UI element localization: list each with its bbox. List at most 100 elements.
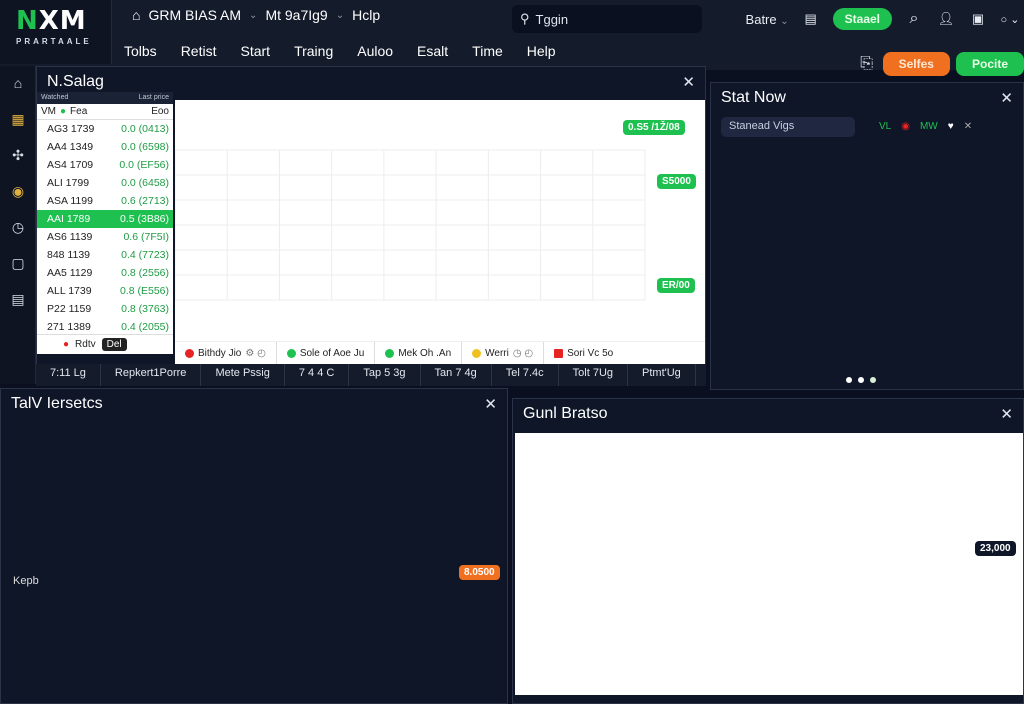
bottom-tab[interactable]: Repkert1Porre bbox=[101, 364, 202, 386]
legend-item[interactable]: Bithdy Jio ⚙ ◴ bbox=[175, 342, 277, 365]
tab-help[interactable]: Help bbox=[515, 39, 568, 63]
tab-tools[interactable]: Tolbs bbox=[112, 39, 169, 69]
menu-help[interactable]: Hclp bbox=[352, 7, 380, 23]
chart-legend: Bithdy Jio ⚙ ◴ Sole of Aoe Ju Mek Oh .An … bbox=[175, 341, 705, 365]
legend-item[interactable]: Mek Oh .An bbox=[375, 342, 463, 365]
symbol: AS4 1709 bbox=[47, 159, 94, 171]
bottom-tab[interactable]: Tolt 7Ug bbox=[559, 364, 629, 386]
tab-start[interactable]: Start bbox=[228, 39, 282, 63]
trade-actions: ⎘ Selfes Pocite bbox=[857, 52, 1024, 76]
sub-chart-label: Kepb bbox=[13, 575, 39, 587]
bottom-tab[interactable]: Tel 7.4c bbox=[492, 364, 559, 386]
clipboard-icon[interactable]: ⎘ bbox=[857, 54, 877, 74]
top-menu: ⌂ GRM BIAS AM ⌄ Mt 9a7Ig9 ⌄ Hclp bbox=[112, 0, 512, 30]
bottom-tab[interactable]: Tan 7 4g bbox=[421, 364, 492, 386]
network-icon[interactable]: ✣ bbox=[9, 146, 27, 164]
clock-icon: ◷ ◴ bbox=[512, 348, 534, 359]
close-icon[interactable]: ✕ bbox=[1000, 89, 1013, 107]
home-icon[interactable]: ⌂ bbox=[9, 74, 27, 92]
legend-item[interactable]: Werri ◷ ◴ bbox=[462, 342, 545, 365]
symbol: 848 1139 bbox=[47, 249, 91, 261]
watchlist-row[interactable]: AA5 1129 0.8 (2556) bbox=[37, 264, 173, 282]
logo-text: XM bbox=[38, 6, 87, 36]
volume-candlestick-chart[interactable] bbox=[1, 423, 507, 703]
price-tag: 23,000 bbox=[975, 541, 1016, 556]
bottom-tab[interactable]: Tap 5 3g bbox=[349, 364, 421, 386]
coin-icon[interactable]: ◉ bbox=[9, 182, 27, 200]
price-change: 0.6 (2713) bbox=[121, 195, 169, 207]
watchlist-row[interactable]: P22 1159 0.8 (3763) bbox=[37, 300, 173, 318]
panel-title: Gunl Bratso bbox=[523, 405, 608, 422]
panel-title: TalV Iersetcs bbox=[11, 395, 103, 412]
gunl-candlestick-chart[interactable] bbox=[515, 433, 1023, 695]
price-change: 0.0 (6598) bbox=[121, 141, 169, 153]
user-icon[interactable]: 👤︎ bbox=[936, 9, 956, 29]
price-tag-low: ER/00 bbox=[657, 278, 695, 293]
folder-icon[interactable]: ▢ bbox=[9, 254, 27, 272]
main-candlestick-chart[interactable] bbox=[174, 100, 705, 342]
watchlist-footer: ● Rdtv Del bbox=[37, 334, 173, 354]
base-dropdown[interactable]: Batre ⌄ bbox=[746, 12, 789, 27]
close-icon[interactable]: ✕ bbox=[1000, 405, 1013, 423]
bottom-tab[interactable]: Ptmt'Ug bbox=[628, 364, 696, 386]
close-icon[interactable]: ✕ bbox=[964, 121, 972, 132]
watchlist-row[interactable]: ALI 1799 0.0 (6458) bbox=[37, 174, 173, 192]
logo-subtitle: PRARTAALE bbox=[16, 37, 92, 46]
close-icon[interactable]: ✕ bbox=[682, 73, 695, 91]
indicator-vl[interactable]: VL bbox=[879, 121, 891, 132]
watchlist-row[interactable]: AS6 1139 0.6 (7F5I) bbox=[37, 228, 173, 246]
close-icon[interactable]: ✕ bbox=[484, 395, 497, 413]
symbol: ALI 1799 bbox=[47, 177, 90, 189]
watchlist-row[interactable]: ALL 1739 0.8 (E556) bbox=[37, 282, 173, 300]
clock-icon[interactable]: ◷ bbox=[9, 218, 27, 236]
menu-market[interactable]: Mt 9a7Ig9 bbox=[265, 7, 327, 23]
document-icon[interactable]: ▤ bbox=[801, 9, 821, 29]
status-circle-icon[interactable]: ○ ⌄ bbox=[1000, 9, 1020, 29]
pagination-dots[interactable] bbox=[846, 377, 876, 383]
watchlist-row[interactable]: AG3 1739 0.0 (0413) bbox=[37, 120, 173, 138]
tab-time[interactable]: Time bbox=[460, 39, 515, 63]
legend-item[interactable]: Sole of Aoe Ju bbox=[277, 342, 376, 365]
symbol: P22 1159 bbox=[47, 303, 92, 315]
tab-retist[interactable]: Retist bbox=[169, 39, 229, 63]
tab-auloo[interactable]: Auloo bbox=[345, 39, 405, 63]
record-icon[interactable]: ◉ bbox=[901, 121, 910, 132]
trade-button[interactable]: Pocite bbox=[955, 52, 1024, 76]
menu-account[interactable]: GRM BIAS AM bbox=[148, 7, 241, 23]
portfolio-icon[interactable]: ▦ bbox=[9, 110, 27, 128]
watchlist-row[interactable]: 848 1139 0.4 (7723) bbox=[37, 246, 173, 264]
tab-esalt[interactable]: Esalt bbox=[405, 39, 460, 63]
calendar-icon[interactable]: ▤ bbox=[9, 290, 27, 308]
symbol: AA5 1129 bbox=[47, 267, 93, 279]
tab-trading[interactable]: Traing bbox=[282, 39, 345, 63]
watchlist-row[interactable]: AS4 1709 0.0 (EF56) bbox=[37, 156, 173, 174]
notification-icon[interactable]: ▣ bbox=[968, 9, 988, 29]
chart-type-dropdown[interactable]: Stanead Vigs bbox=[721, 117, 855, 137]
stat-candlestick-chart[interactable] bbox=[711, 143, 1023, 373]
indicator-mw[interactable]: MW bbox=[920, 121, 938, 132]
sell-button[interactable]: Selfes bbox=[882, 52, 950, 76]
heart-icon[interactable]: ♥ bbox=[948, 121, 954, 132]
bottom-tab[interactable]: Mete Pssig bbox=[201, 364, 285, 386]
price-change: 0.0 (6458) bbox=[121, 177, 169, 189]
stat-panel: Stat Now ✕ Stanead Vigs VL ◉ MW ♥ ✕ bbox=[710, 82, 1024, 390]
watchlist-filter[interactable]: VM ● Fea Eoo bbox=[37, 104, 173, 120]
price-tag-mid: S5000 bbox=[657, 174, 696, 189]
symbol: AG3 1739 bbox=[47, 123, 95, 135]
bottom-tab[interactable]: 7:11 Lg bbox=[36, 364, 101, 386]
search-icon[interactable]: ⌕ bbox=[904, 9, 924, 29]
top-right-controls: Batre ⌄ ▤ Staael ⌕ 👤︎ ▣ ○ ⌄ bbox=[746, 8, 1020, 30]
price-change: 0.6 (7F5I) bbox=[123, 231, 169, 243]
watchlist-row[interactable]: ASA 1199 0.6 (2713) bbox=[37, 192, 173, 210]
watchlist-row[interactable]: AAI 1789 0.5 (3B86) bbox=[37, 210, 173, 228]
legend-item[interactable]: Sori Vc 5o bbox=[544, 342, 623, 365]
symbol: AS6 1139 bbox=[47, 231, 93, 243]
watchlist-row[interactable]: AA4 1349 0.0 (6598) bbox=[37, 138, 173, 156]
top-bar: NXM PRARTAALE ⌂ GRM BIAS AM ⌄ Mt 9a7Ig9 ⌄ … bbox=[0, 0, 1024, 76]
start-button[interactable]: Staael bbox=[832, 8, 892, 30]
bottom-tab[interactable]: 7 4 4 C bbox=[285, 364, 350, 386]
search-input[interactable]: ⚲ Tggin bbox=[512, 5, 702, 33]
delete-button[interactable]: Del bbox=[101, 338, 127, 351]
chevron-down-icon: ⌄ bbox=[249, 9, 258, 21]
watchlist: Watched Last price VM ● Fea Eoo AG3 1739 0… bbox=[37, 92, 173, 354]
